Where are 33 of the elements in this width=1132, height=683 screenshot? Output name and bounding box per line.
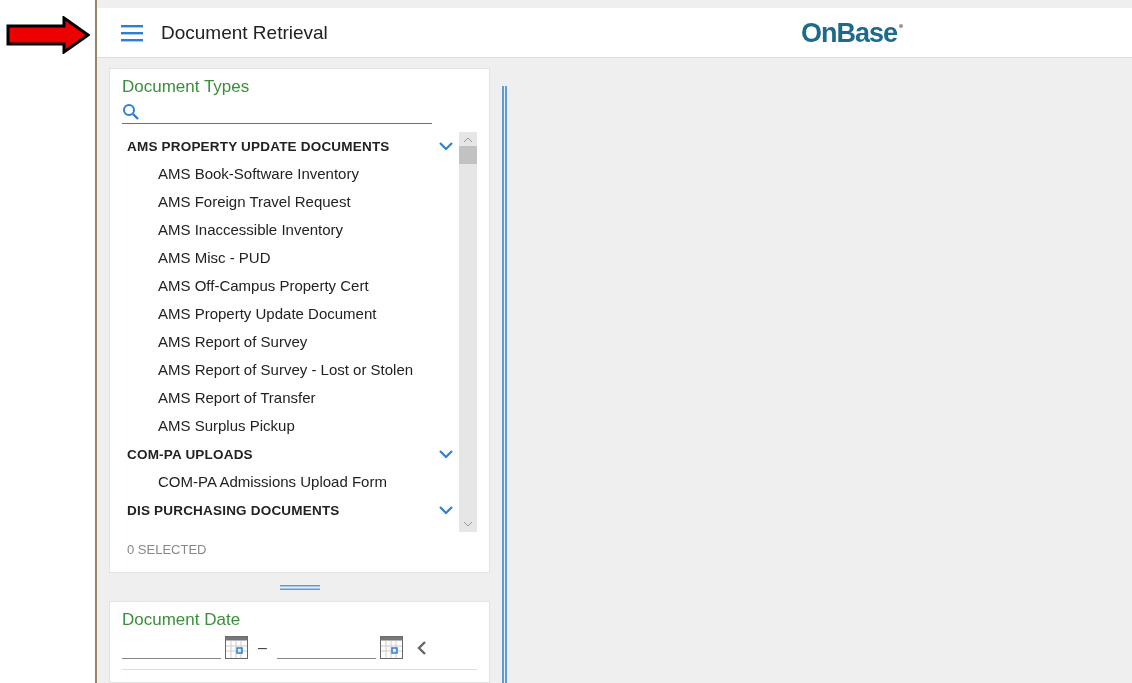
scrollbar[interactable] <box>459 132 477 532</box>
search-field[interactable] <box>122 101 432 124</box>
panel-title: Document Types <box>122 77 251 97</box>
group-header[interactable]: COM-PA UPLOADS <box>122 440 459 468</box>
document-type-item[interactable]: AMS Inaccessible Inventory <box>122 216 459 244</box>
vertical-splitter[interactable] <box>502 86 507 683</box>
document-type-item[interactable]: AMS Property Update Document <box>122 300 459 328</box>
arrow-icon <box>6 16 90 54</box>
document-type-item[interactable]: AMS Report of Survey - Lost or Stolen <box>122 356 459 384</box>
document-type-item[interactable]: AMS Surplus Pickup <box>122 412 459 440</box>
selected-count: 0 SELECTED <box>126 542 208 557</box>
scroll-up-icon[interactable] <box>463 136 473 144</box>
panel-title: Document Date <box>122 610 242 630</box>
document-type-item[interactable]: AMS Report of Transfer <box>122 384 459 412</box>
document-type-item[interactable]: COM-PA Admissions Upload Form <box>122 468 459 496</box>
logo: OnBase <box>801 18 898 49</box>
document-type-item[interactable]: AMS Off-Campus Property Cert <box>122 272 459 300</box>
calendar-icon[interactable] <box>225 636 248 659</box>
group-header[interactable]: DIS PURCHASING DOCUMENTS <box>122 496 459 524</box>
splitter-handle[interactable] <box>279 584 320 590</box>
registered-mark-icon <box>899 24 904 28</box>
page-title: Document Retrieval <box>161 21 328 44</box>
range-separator: – <box>258 638 267 657</box>
scroll-down-icon[interactable] <box>463 520 473 528</box>
menu-button[interactable] <box>121 23 143 42</box>
document-type-item[interactable]: AMS Foreign Travel Request <box>122 188 459 216</box>
calendar-icon[interactable] <box>379 636 403 659</box>
scroll-thumb[interactable] <box>459 146 477 164</box>
document-type-item[interactable]: AMS Book-Software Inventory <box>122 160 459 188</box>
search-icon <box>122 103 140 121</box>
document-type-item[interactable]: AMS Report of Survey <box>122 328 459 356</box>
document-type-item[interactable]: AMS Misc - PUD <box>122 244 459 272</box>
group-header[interactable]: AMS PROPERTY UPDATE DOCUMENTS <box>122 132 459 160</box>
